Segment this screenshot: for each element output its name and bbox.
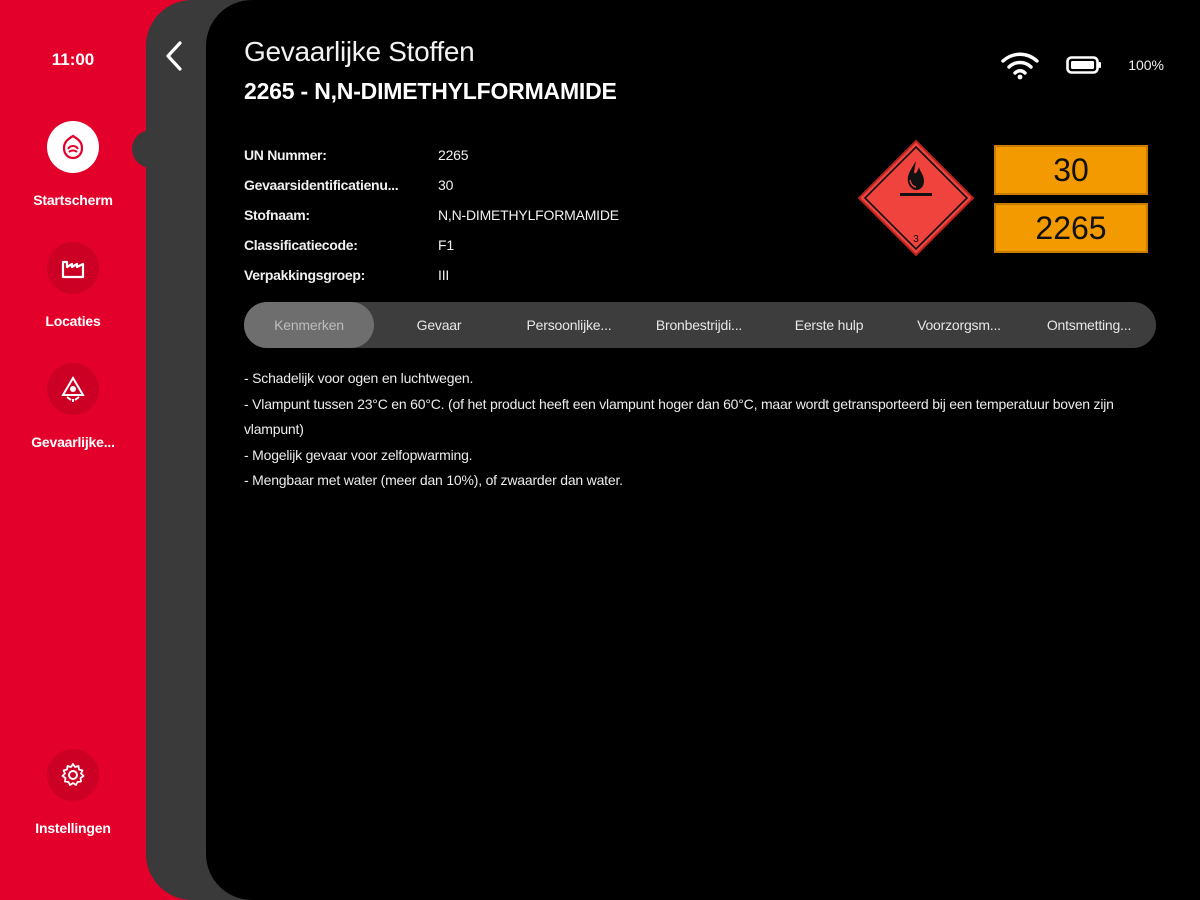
nav-item-gevaarlijke[interactable]: Gevaarlijke... xyxy=(0,363,146,450)
tab-bronbestrijding[interactable]: Bronbestrijdi... xyxy=(634,302,764,348)
flame-hazard-icon: 3 xyxy=(857,139,975,257)
description-line: - Schadelijk voor ogen en luchtwegen. xyxy=(244,370,474,386)
info-value: III xyxy=(438,267,450,283)
info-key: Gevaarsidentificatienu... xyxy=(244,177,399,193)
info-key: UN Nummer: xyxy=(244,147,327,163)
tab-persoonlijke[interactable]: Persoonlijke... xyxy=(504,302,634,348)
nav-item-startscherm[interactable]: Startscherm xyxy=(0,121,146,208)
info-row: Classificatiecode: F1 xyxy=(244,230,619,260)
factory-icon xyxy=(61,260,85,279)
nav-icon-circle xyxy=(47,242,99,294)
info-row: Verpakkingsgroep: III xyxy=(244,260,619,290)
back-button[interactable] xyxy=(157,36,191,76)
nav-label: Startscherm xyxy=(33,192,113,208)
nav-icon-circle xyxy=(47,121,99,173)
characteristics-text: - Schadelijk voor ogen en luchtwegen. - … xyxy=(244,366,1149,494)
info-key: Verpakkingsgroep: xyxy=(244,267,365,283)
info-value: F1 xyxy=(438,237,454,253)
substance-title: 2265 - N,N-DIMETHYLFORMAMIDE xyxy=(244,78,617,104)
gear-icon xyxy=(61,763,85,786)
description-line: - Mogelijk gevaar voor zelfopwarming. xyxy=(244,446,473,463)
nav-item-instellingen[interactable]: Instellingen xyxy=(0,749,146,836)
nav-label: Gevaarlijke... xyxy=(31,434,115,450)
hazard-label-diamond: 3 xyxy=(857,139,975,257)
tab-eerste-hulp[interactable]: Eerste hulp xyxy=(764,302,894,348)
tab-ontsmetting[interactable]: Ontsmetting... xyxy=(1024,302,1154,348)
clock: 11:00 xyxy=(51,50,95,69)
info-row: UN Nummer: 2265 xyxy=(244,140,619,170)
description-line: - Vlampunt tussen 23°C en 60°C. (of het … xyxy=(244,395,1114,438)
info-row: Gevaarsidentificatienu... 30 xyxy=(244,170,619,200)
nav-icon-circle xyxy=(47,363,99,415)
info-value: 30 xyxy=(438,177,454,193)
hazard-icon xyxy=(61,376,85,402)
battery-icon xyxy=(1066,56,1102,74)
diamond-class-number: 3 xyxy=(913,234,919,245)
info-value: N,N-DIMETHYLFORMAMIDE xyxy=(438,207,619,223)
nav-item-locaties[interactable]: Locaties xyxy=(0,242,146,329)
tab-gevaar[interactable]: Gevaar xyxy=(374,302,504,348)
nav-icon-circle xyxy=(47,749,99,801)
fire-helmet-icon xyxy=(62,134,84,160)
status-bar: 100% xyxy=(1000,50,1164,80)
info-key: Classificatiecode: xyxy=(244,237,358,253)
battery-percentage: 100% xyxy=(1128,57,1164,73)
chevron-left-icon xyxy=(166,41,182,71)
info-row: Stofnaam: N,N-DIMETHYLFORMAMIDE xyxy=(244,200,619,230)
info-value: 2265 xyxy=(438,147,469,163)
info-key: Stofnaam: xyxy=(244,207,310,223)
tab-kenmerken[interactable]: Kenmerken xyxy=(244,302,374,348)
wifi-icon xyxy=(1001,52,1039,80)
substance-info-list: UN Nummer: 2265 Gevaarsidentificatienu..… xyxy=(244,140,619,290)
nav-label: Instellingen xyxy=(35,820,111,836)
description-line: - Mengbaar met water (meer dan 10%), of … xyxy=(244,472,623,488)
section-tabs: Kenmerken Gevaar Persoonlijke... Bronbes… xyxy=(244,302,1156,348)
page-title: Gevaarlijke Stoffen xyxy=(244,36,475,67)
nav-label: Locaties xyxy=(45,313,101,329)
hazard-identification-number: 30 xyxy=(994,145,1148,195)
un-number-plate: 2265 xyxy=(994,203,1148,253)
tab-voorzorgsmaatregelen[interactable]: Voorzorgsm... xyxy=(894,302,1024,348)
